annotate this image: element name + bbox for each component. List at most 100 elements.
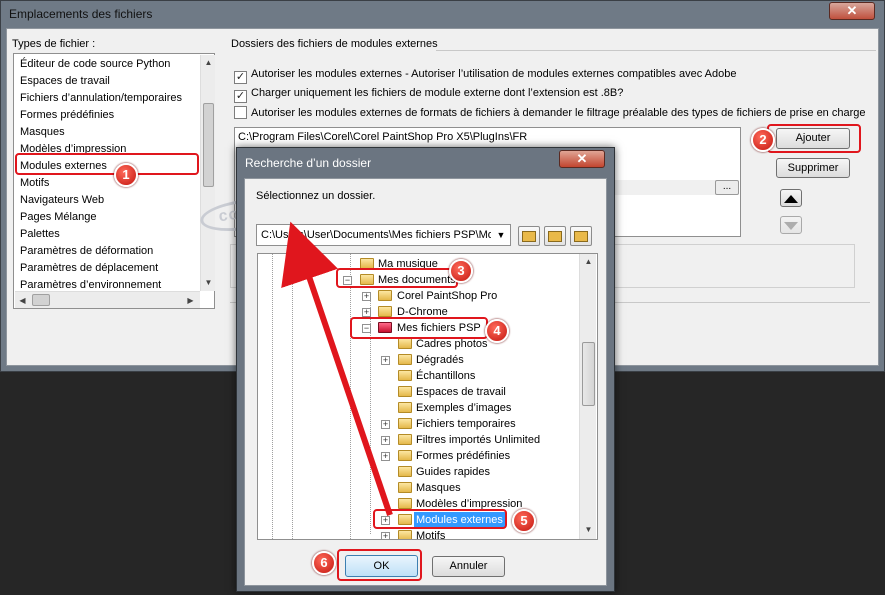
step-badge: 2 [751, 128, 775, 152]
allow-plugins-checkbox[interactable]: ✓ Autoriser les modules externes - Autori… [234, 67, 736, 84]
dialog-prompt: Sélectionnez un dossier. [256, 190, 376, 202]
expand-icon[interactable]: + [362, 292, 371, 301]
tree-node[interactable]: Guides rapides [258, 464, 578, 480]
folder-icon [398, 482, 412, 493]
list-item[interactable]: Éditeur de code source Python [20, 56, 170, 73]
list-item[interactable]: Paramètres de déplacement [20, 260, 158, 277]
list-item[interactable]: Paramètres de déformation [20, 243, 153, 260]
expand-icon[interactable]: + [381, 436, 390, 445]
expand-icon[interactable]: + [381, 452, 390, 461]
file-types-label: Types de fichier : [12, 38, 96, 50]
folder-icon [398, 450, 412, 461]
list-item[interactable]: Navigateurs Web [20, 192, 104, 209]
scroll-thumb[interactable] [582, 342, 595, 406]
vertical-scrollbar[interactable]: ▲ ▼ [200, 55, 215, 291]
folder-icon [398, 434, 412, 445]
list-item[interactable]: Pages Mélange [20, 209, 96, 226]
list-item[interactable]: Masques [20, 124, 65, 141]
divider [436, 50, 876, 51]
expand-icon[interactable]: + [381, 532, 390, 539]
checkbox-label: Autoriser les modules externes de format… [251, 107, 866, 119]
tree-scrollbar[interactable]: ▲ ▼ [579, 254, 596, 539]
chevron-down-icon[interactable]: ▼ [493, 227, 509, 243]
scroll-down-icon[interactable]: ▼ [201, 275, 216, 290]
path-combo-value: C:\Users\User\Documents\Mes fichiers PSP… [261, 229, 491, 241]
folder-icon [398, 466, 412, 477]
list-item[interactable]: Motifs [20, 175, 49, 192]
new-folder-button[interactable] [544, 226, 566, 246]
folder-icon [378, 306, 392, 317]
folder-icon [398, 498, 412, 509]
tree-node[interactable]: + Corel PaintShop Pro [258, 288, 578, 304]
tree-node-label: Motifs [416, 530, 446, 540]
expand-icon[interactable]: + [362, 308, 371, 317]
cancel-button[interactable]: Annuler [432, 556, 505, 577]
tree-node-label: Corel PaintShop Pro [397, 290, 498, 302]
tree-node-label: Échantillons [416, 370, 476, 382]
parent-folder-button[interactable] [570, 226, 592, 246]
highlight-mes-documents [336, 268, 458, 288]
prefilter-checkbox[interactable]: Autoriser les modules externes de format… [234, 106, 866, 120]
highlight-mes-fichiers-psp [350, 317, 488, 339]
tree-node[interactable]: Échantillons [258, 368, 578, 384]
tree-node[interactable]: + Fichiers temporaires [258, 416, 578, 432]
scroll-left-icon[interactable]: ◀ [15, 293, 30, 308]
tree-node[interactable]: Masques [258, 480, 578, 496]
tree-node-label: Guides rapides [416, 466, 490, 478]
dialog-title: Recherche d’un dossier [245, 156, 372, 170]
load-8b-only-checkbox[interactable]: ✓ Charger uniquement les fichiers de modu… [234, 86, 623, 103]
scroll-thumb[interactable] [203, 103, 214, 187]
scroll-down-icon[interactable]: ▼ [581, 522, 596, 537]
folder-icon [398, 418, 412, 429]
scroll-up-icon[interactable]: ▲ [201, 55, 216, 70]
checkmark-icon[interactable]: ✓ [234, 90, 247, 103]
folder-icon [378, 290, 392, 301]
tree-node-label: Espaces de travail [416, 386, 506, 398]
remove-button[interactable]: Supprimer [776, 158, 850, 178]
tree-node[interactable]: + Filtres importés Unlimited [258, 432, 578, 448]
folder-icon [398, 354, 412, 365]
list-item[interactable]: Formes prédéfinies [20, 107, 114, 124]
folder-tree[interactable]: Ma musique − Mes documents + Corel Paint… [257, 253, 598, 540]
refresh-folder-button[interactable] [518, 226, 540, 246]
plugins-group-label: Dossiers des fichiers de modules externe… [231, 38, 438, 50]
highlight-modules-externes [15, 153, 199, 175]
move-up-button[interactable] [780, 189, 802, 207]
tree-node[interactable]: + Formes prédéfinies [258, 448, 578, 464]
scroll-right-icon[interactable]: ▶ [183, 293, 198, 308]
folder-icon [398, 530, 412, 539]
checkbox-box[interactable] [234, 106, 247, 119]
tree-node[interactable]: Espaces de travail [258, 384, 578, 400]
file-types-list[interactable]: Éditeur de code source Python Espaces de… [13, 53, 215, 309]
step-badge: 4 [485, 319, 509, 343]
move-down-button[interactable] [780, 216, 802, 234]
path-combo[interactable]: C:\Users\User\Documents\Mes fichiers PSP… [256, 224, 511, 246]
tree-node-label: Exemples d’images [416, 402, 512, 414]
folder-icon [398, 402, 412, 413]
scroll-up-icon[interactable]: ▲ [581, 254, 596, 269]
tree-node-label: Filtres importés Unlimited [416, 434, 541, 446]
browse-button[interactable]: ... [715, 180, 739, 195]
horizontal-scrollbar[interactable]: ◀ ▶ [15, 291, 200, 308]
new-folder-icon [548, 231, 562, 242]
tree-node[interactable]: Exemples d’images [258, 400, 578, 416]
arrow-down-icon [784, 222, 798, 230]
folder-path-item[interactable]: C:\Program Files\Corel\Corel PaintShop P… [238, 131, 527, 143]
folder-icon [398, 386, 412, 397]
folder-icon [398, 370, 412, 381]
checkmark-icon[interactable]: ✓ [234, 71, 247, 84]
highlight-ok [337, 549, 422, 581]
list-item[interactable]: Palettes [20, 226, 60, 243]
close-button[interactable]: ✕ [829, 2, 875, 20]
dialog-close-button[interactable]: ✕ [559, 150, 605, 168]
tree-node[interactable]: + Dégradés [258, 352, 578, 368]
tree-node-label: Masques [416, 482, 461, 494]
tree-node-label: Fichiers temporaires [416, 418, 516, 430]
list-item[interactable]: Fichiers d’annulation/temporaires [20, 90, 182, 107]
list-item[interactable]: Espaces de travail [20, 73, 110, 90]
scroll-thumb[interactable] [32, 294, 50, 306]
expand-icon[interactable]: + [381, 420, 390, 429]
tree-node-label: Dégradés [416, 354, 464, 366]
highlight-ajouter [767, 124, 861, 153]
expand-icon[interactable]: + [381, 356, 390, 365]
